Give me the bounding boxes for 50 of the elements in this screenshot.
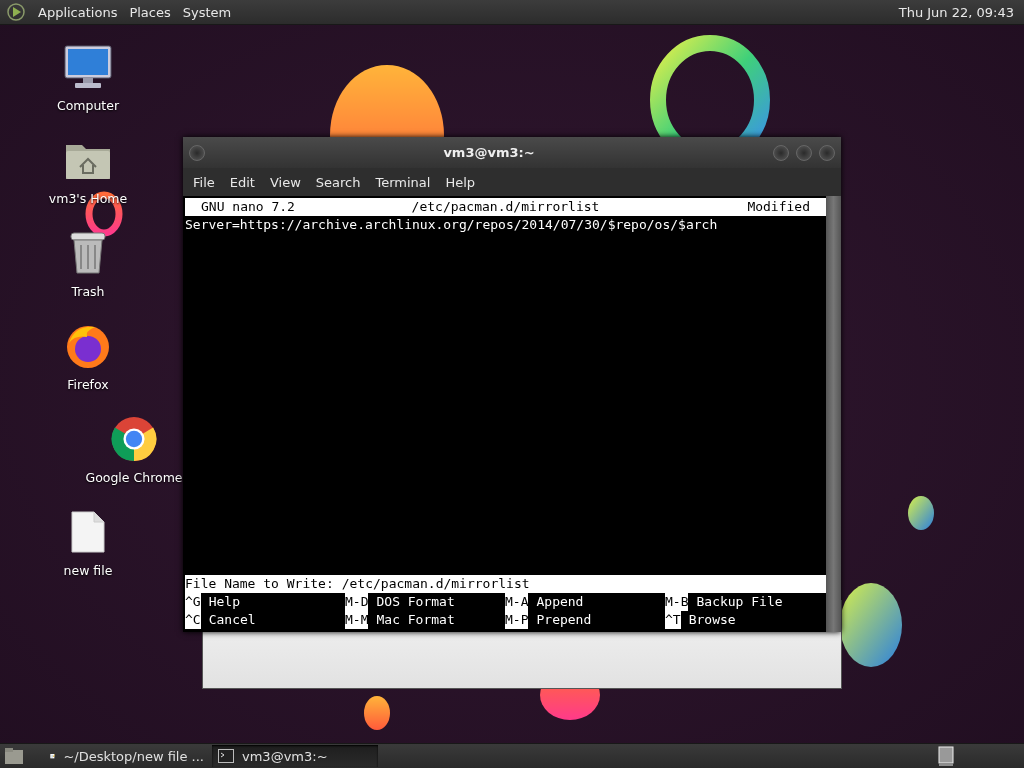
- menu-logo-icon[interactable]: [6, 2, 26, 22]
- shortcut-label: Cancel: [207, 611, 256, 629]
- shortcut-key: M-A: [505, 593, 529, 611]
- shortcut-key: M-M: [345, 611, 369, 629]
- terminal-icon: [218, 749, 234, 763]
- shortcut-key: M-P: [505, 611, 529, 629]
- shortcut-key: ^C: [185, 611, 201, 629]
- scrollbar[interactable]: [826, 196, 841, 632]
- browser-icon[interactable]: [65, 323, 111, 369]
- shortcut-key: M-D: [345, 593, 369, 611]
- shortcut-label: Mac Format: [375, 611, 455, 629]
- file-path: /etc/pacman.d/mirrorlist: [411, 198, 600, 216]
- panel-menu[interactable]: System: [176, 4, 238, 20]
- prompt-label: File Name to Write:: [185, 575, 334, 593]
- desktop-icon-label[interactable]: Firefox: [67, 377, 109, 392]
- computer-icon[interactable]: [63, 44, 113, 90]
- shortcut-key: ^T: [665, 611, 681, 629]
- shortcut-label: DOS Format: [375, 593, 455, 611]
- panel-menu[interactable]: Places: [123, 4, 177, 20]
- shortcut-key: M-B: [665, 593, 689, 611]
- menu-item[interactable]: Search: [309, 174, 370, 190]
- show-desktop-icon[interactable]: [4, 747, 24, 765]
- desktop-icon-label[interactable]: new file: [63, 563, 113, 578]
- desktop-icon-label[interactable]: Computer: [56, 98, 120, 113]
- filename-input[interactable]: /etc/pacman.d/mirrorlist: [341, 575, 530, 593]
- desktop-icon-label[interactable]: Google Chrome: [85, 470, 183, 485]
- modified-status: Modified: [746, 198, 810, 216]
- panel-menu[interactable]: Applications: [32, 4, 124, 20]
- menu-item[interactable]: Edit: [223, 174, 264, 190]
- trash-icon[interactable]: [69, 230, 107, 276]
- shortcut-label: Help: [207, 593, 240, 611]
- shortcut-label: Backup File: [695, 593, 783, 611]
- menu-item[interactable]: Terminal: [369, 174, 440, 190]
- taskbar-button[interactable]: ~/Desktop/new file ...: [44, 745, 210, 767]
- menu-item[interactable]: View: [263, 174, 310, 190]
- shortcut-key: ^G: [185, 593, 201, 611]
- shortcut-label: Append: [535, 593, 584, 611]
- workspace-switcher-icon[interactable]: [938, 746, 954, 766]
- file-icon[interactable]: [70, 509, 106, 555]
- browser-icon[interactable]: [110, 416, 158, 462]
- shortcut-label: Browse: [687, 611, 736, 629]
- clock[interactable]: Thu Jun 22, 09:43: [896, 4, 1016, 20]
- nano-version: GNU nano 7.2: [201, 198, 296, 216]
- file-line: Server=https://archive.archlinux.org/repos/2014/07/30/$repo/os/$arch: [185, 216, 719, 234]
- shortcut-label: Prepend: [535, 611, 592, 629]
- menu-item[interactable]: Help: [439, 174, 485, 190]
- menu-item[interactable]: File: [187, 174, 224, 190]
- taskbar-button[interactable]: vm3@vm3:~: [212, 745, 378, 767]
- desktop-icon-label[interactable]: Trash: [71, 284, 105, 299]
- window-title: vm3@vm3:~: [442, 145, 536, 160]
